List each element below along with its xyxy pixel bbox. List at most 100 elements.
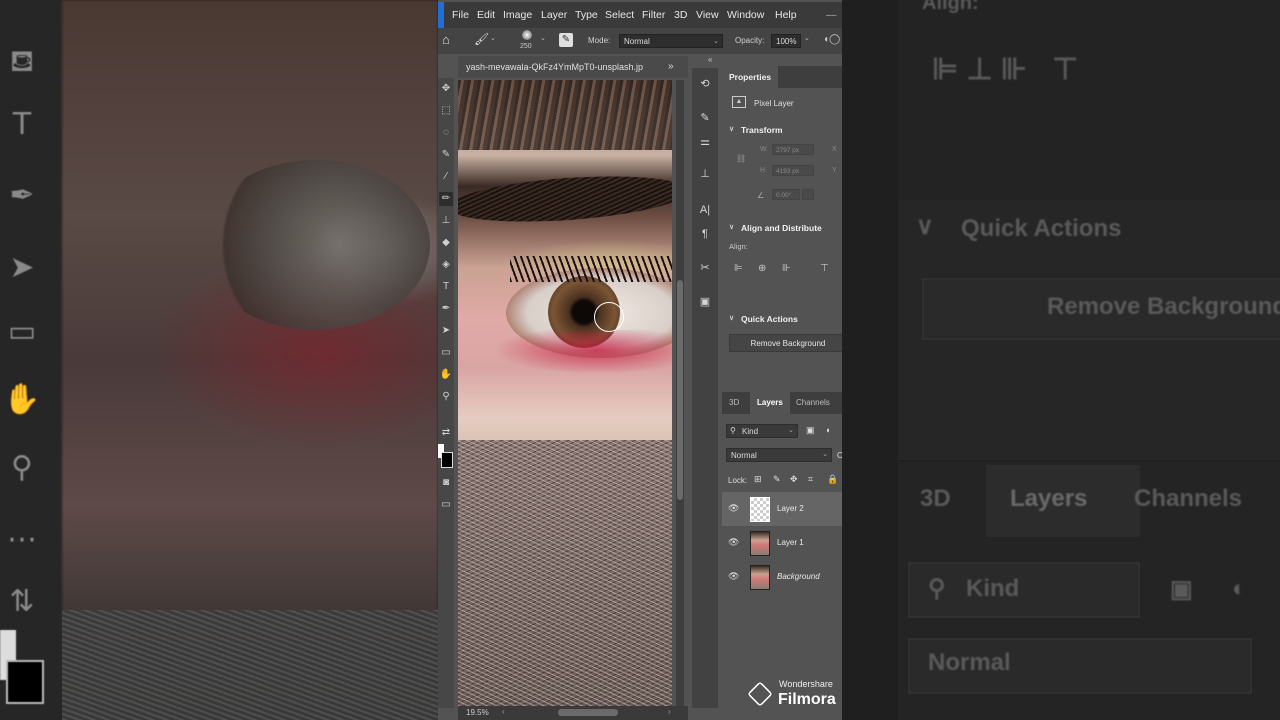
lock-position-icon[interactable]: ✥ [790,474,798,485]
character-icon[interactable]: A| [697,202,713,218]
blurred-search-icon: ⚲ [928,575,946,602]
menu-view[interactable]: View [696,9,719,21]
menu-image[interactable]: Image [503,9,532,21]
minimize-icon[interactable]: — [826,9,837,21]
gradient-tool-icon[interactable]: ◈ [439,258,453,272]
brush-tool-active-icon[interactable]: ✏ [439,192,453,206]
opacity-chevron-icon[interactable]: ⌄ [804,34,810,42]
brush-preset-chevron-icon[interactable]: ⌄ [490,34,496,42]
pen-tool-icon[interactable]: ✒ [439,302,453,316]
menu-file[interactable]: File [452,9,469,21]
type-tool-icon[interactable]: T [439,280,453,294]
align-top-icon[interactable]: ⊤ [820,263,829,274]
link-dimensions-icon[interactable]: ⛓ [736,154,746,163]
tab-channels[interactable]: Channels [796,392,830,414]
height-field[interactable]: 4193 px [772,165,814,176]
document-canvas[interactable] [458,80,672,706]
blend-mode-dropdown[interactable]: Normal ⌄ [726,448,832,462]
brush-settings-icon[interactable]: ✎ [559,33,573,47]
collapse-panels-icon[interactable]: « [708,55,712,64]
swap-colors-icon[interactable]: ⇄ [439,426,453,440]
quick-actions-header[interactable]: Quick Actions [741,314,798,324]
mode-dropdown[interactable]: Normal ⌄ [619,34,723,48]
align-left-icon[interactable]: ⊫ [734,263,743,274]
remove-background-button[interactable]: Remove Background [729,334,842,352]
align-right-icon[interactable]: ⊪ [782,263,791,274]
angle-field[interactable]: 0.00° [772,189,800,200]
quick-select-icon[interactable]: ✎ [439,148,453,162]
opacity-field[interactable]: 100% [771,34,801,48]
lock-artboard-icon[interactable]: ⌗ [808,474,813,485]
transform-header[interactable]: Transform [741,125,783,135]
libraries-icon[interactable]: ▣ [697,294,713,310]
marquee-tool-icon[interactable]: ⬚ [439,104,453,118]
scroll-left-icon[interactable]: ‹ [502,707,505,716]
clone-source-icon[interactable]: ⊥ [697,166,713,182]
menu-window[interactable]: Window [727,9,764,21]
history-icon[interactable]: ⟲ [697,76,713,92]
adjustments-icon[interactable]: ⚌ [697,134,713,150]
pressure-opacity-icon[interactable]: ◖◯ [823,34,840,45]
scroll-right-icon[interactable]: › [668,707,671,716]
filter-image-icon[interactable]: ▣ [806,425,815,436]
menu-type[interactable]: Type [575,9,598,21]
align-hcenter-icon[interactable]: ⊕ [758,263,766,274]
paragraph-icon[interactable]: ¶ [697,226,713,242]
screen-mode-icon[interactable]: ▭ [439,498,453,512]
vertical-scroll-thumb[interactable] [677,280,683,500]
eraser-tool-icon[interactable]: ◆ [439,236,453,250]
angle-stepper[interactable] [802,189,814,200]
lock-image-icon[interactable]: ✎ [773,474,781,485]
background-color[interactable] [441,452,453,468]
lasso-tool-icon[interactable]: ◌ [439,126,453,140]
zoom-level[interactable]: 19.5% [466,708,489,717]
horizontal-scroll-thumb[interactable] [558,709,618,716]
tools-preset-icon[interactable]: ✂ [697,260,713,276]
brush-settings-panel-icon[interactable]: ✎ [697,110,713,126]
tab-properties[interactable]: Properties [722,66,779,88]
blurred-kind-label: Kind [966,575,1020,602]
brush-size-chevron-icon[interactable]: ⌄ [540,34,546,42]
tab-layers[interactable]: Layers [750,392,790,414]
tab-overflow-icon[interactable]: » [668,56,674,78]
vertical-scrollbar[interactable] [676,80,684,706]
align-chevron-icon[interactable]: ∨ [729,223,734,231]
visibility-eye-icon[interactable]: 👁 [728,503,739,514]
menu-help[interactable]: Help [775,9,797,21]
transform-chevron-icon[interactable]: ∨ [729,125,734,133]
zoom-tool-icon[interactable]: ⚲ [439,390,453,404]
eyedropper-icon[interactable]: ⁄ [439,170,453,184]
home-icon[interactable]: ⌂ [442,32,450,47]
document-tab[interactable]: yash-mevawala-QkFz4YmMpT0-unsplash.jp [458,56,688,78]
lock-all-icon[interactable]: 🔒 [827,474,838,485]
brush-preview-icon[interactable] [522,30,532,40]
layer-row-layer-2[interactable]: 👁 Layer 2 [722,492,842,526]
layer-opacity-icon[interactable]: O [837,451,842,460]
visibility-eye-icon[interactable]: 👁 [728,571,739,582]
path-select-icon[interactable]: ➤ [439,324,453,338]
layer-row-layer-1[interactable]: 👁 Layer 1 [722,526,842,560]
blurred-align-title: Align: [922,0,979,14]
tab-3d[interactable]: 3D [729,392,739,414]
filter-adjustment-icon[interactable]: ◐ [826,425,831,435]
menu-layer[interactable]: Layer [541,9,567,21]
layer-filter-dropdown[interactable]: ⚲ Kind ⌄ [726,424,798,438]
quick-mask-icon[interactable]: ◙ [439,476,453,490]
menu-3d[interactable]: 3D [674,9,687,21]
move-tool-icon[interactable]: ✥ [439,82,453,96]
shape-tool-icon[interactable]: ▭ [439,346,453,360]
hand-tool-icon[interactable]: ✋ [439,368,453,382]
brush-tool-icon[interactable]: 🖌 [474,32,489,46]
stamp-tool-icon[interactable]: ⊥ [439,214,453,228]
blurred-quick-actions: Quick Actions [961,215,1122,242]
visibility-eye-icon[interactable]: 👁 [728,537,739,548]
align-header[interactable]: Align and Distribute [741,223,822,233]
lock-transparent-icon[interactable]: ⊞ [754,474,762,485]
width-field[interactable]: 2797 px [772,144,814,155]
mode-label: Mode: [588,36,611,45]
menu-edit[interactable]: Edit [477,9,495,21]
quick-actions-chevron-icon[interactable]: ∨ [729,314,734,322]
menu-select[interactable]: Select [605,9,634,21]
layer-row-background[interactable]: 👁 Background [722,560,842,594]
menu-filter[interactable]: Filter [642,9,665,21]
